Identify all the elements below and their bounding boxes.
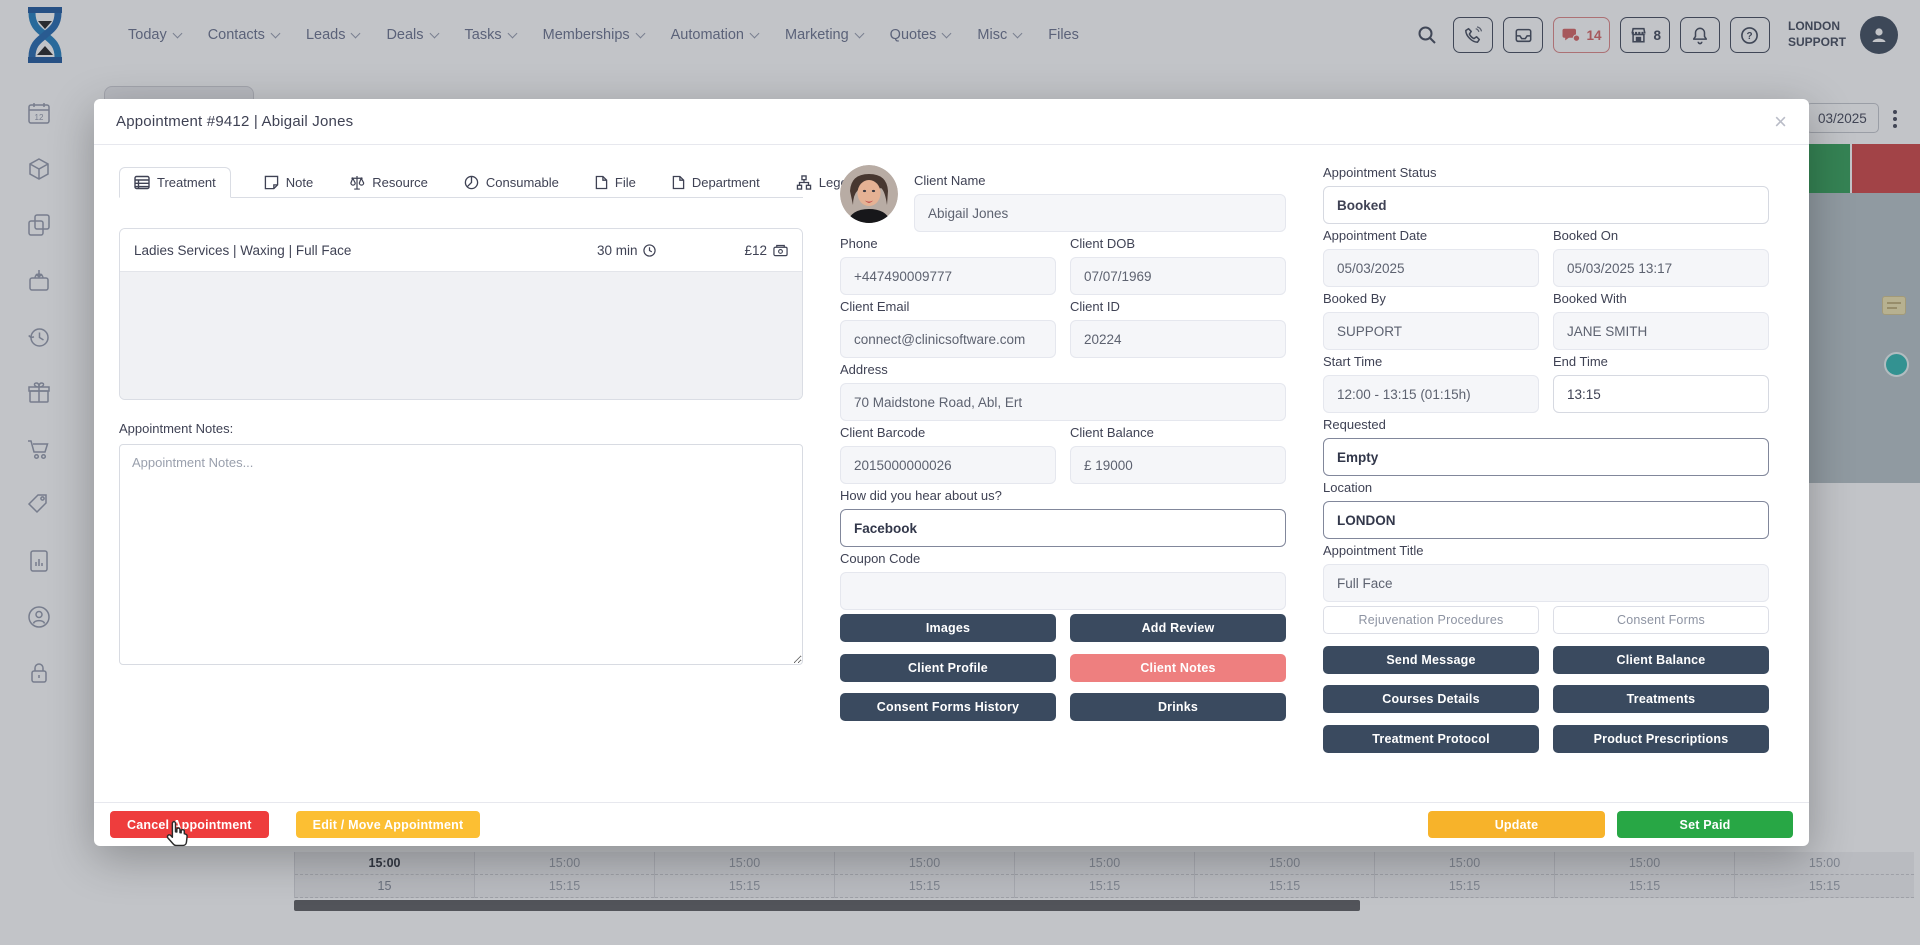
sitemap-icon <box>796 175 812 190</box>
clock-icon <box>643 244 656 257</box>
product-prescriptions-button[interactable]: Product Prescriptions <box>1553 725 1769 753</box>
tab-department[interactable]: Department <box>669 168 763 197</box>
consent-forms-button[interactable]: Consent Forms <box>1553 606 1769 634</box>
tab-file[interactable]: File <box>592 168 639 197</box>
booked-with-label: Booked With <box>1553 291 1769 306</box>
rejuvenation-procedures-button[interactable]: Rejuvenation Procedures <box>1323 606 1539 634</box>
address-field: 70 Maidstone Road, Abl, Ert <box>840 383 1286 421</box>
tab-treatment[interactable]: Treatment <box>119 167 231 198</box>
appointment-notes-label: Appointment Notes: <box>119 421 803 436</box>
booked-on-field: 05/03/2025 13:17 <box>1553 249 1769 287</box>
pie-icon <box>464 175 479 190</box>
booked-by-field: SUPPORT <box>1323 312 1539 350</box>
start-time-label: Start Time <box>1323 354 1539 369</box>
appointment-date-field: 05/03/2025 <box>1323 249 1539 287</box>
treatment-duration: 30 min <box>597 243 638 258</box>
note-icon <box>264 175 279 190</box>
modal-header: Appointment #9412 | Abigail Jones × <box>94 99 1809 145</box>
appointment-date-label: Appointment Date <box>1323 228 1539 243</box>
client-email-label: Client Email <box>840 299 1056 314</box>
drinks-button[interactable]: Drinks <box>1070 693 1286 721</box>
client-photo <box>840 165 898 223</box>
coupon-code-input[interactable] <box>840 572 1286 610</box>
location-select[interactable]: LONDON <box>1323 501 1769 539</box>
modal-footer: Cancel Appointment Edit / Move Appointme… <box>94 802 1809 846</box>
coupon-code-label: Coupon Code <box>840 551 1286 566</box>
appointment-modal: Appointment #9412 | Abigail Jones × Trea… <box>94 99 1809 846</box>
tab-note[interactable]: Note <box>261 168 316 197</box>
images-button[interactable]: Images <box>840 614 1056 642</box>
client-notes-button[interactable]: Client Notes <box>1070 654 1286 682</box>
cancel-appointment-button[interactable]: Cancel Appointment <box>110 811 269 838</box>
set-paid-button[interactable]: Set Paid <box>1617 811 1793 838</box>
appointment-title-label: Appointment Title <box>1323 543 1769 558</box>
end-time-input[interactable]: 13:15 <box>1553 375 1769 413</box>
start-time-field: 12:00 - 13:15 (01:15h) <box>1323 375 1539 413</box>
send-message-button[interactable]: Send Message <box>1323 646 1539 674</box>
treatment-protocol-button[interactable]: Treatment Protocol <box>1323 725 1539 753</box>
booked-with-field: JANE SMITH <box>1553 312 1769 350</box>
update-button[interactable]: Update <box>1428 811 1605 838</box>
treatment-name: Ladies Services | Waxing | Full Face <box>134 243 351 258</box>
treatment-list-empty-area <box>120 271 802 399</box>
tab-resource[interactable]: Resource <box>346 168 431 197</box>
department-file-icon <box>672 175 685 190</box>
requested-label: Requested <box>1323 417 1769 432</box>
edit-move-appointment-button[interactable]: Edit / Move Appointment <box>296 811 481 838</box>
client-profile-button[interactable]: Client Profile <box>840 654 1056 682</box>
address-label: Address <box>840 362 1286 377</box>
cash-icon <box>773 244 788 257</box>
hear-about-select[interactable]: Facebook <box>840 509 1286 547</box>
phone-label: Phone <box>840 236 1056 251</box>
appointment-status-label: Appointment Status <box>1323 165 1769 180</box>
treatment-list: Ladies Services | Waxing | Full Face 30 … <box>119 228 803 400</box>
client-email-field: connect@clinicsoftware.com <box>840 320 1056 358</box>
close-icon[interactable]: × <box>1774 111 1787 133</box>
modal-tabs: Treatment Note Resource Consumable File <box>119 165 803 198</box>
client-balance-field: £ 19000 <box>1070 446 1286 484</box>
modal-title: Appointment #9412 | Abigail Jones <box>116 113 353 130</box>
appointment-title-field: Full Face <box>1323 564 1769 602</box>
treatment-price: £12 <box>744 243 767 258</box>
hear-about-label: How did you hear about us? <box>840 488 1286 503</box>
client-barcode-label: Client Barcode <box>840 425 1056 440</box>
tab-consumable[interactable]: Consumable <box>461 168 562 197</box>
end-time-label: End Time <box>1553 354 1769 369</box>
client-id-label: Client ID <box>1070 299 1286 314</box>
booked-on-label: Booked On <box>1553 228 1769 243</box>
appointment-status-select[interactable]: Booked <box>1323 186 1769 224</box>
client-name-label: Client Name <box>914 173 1286 188</box>
treatments-button[interactable]: Treatments <box>1553 685 1769 713</box>
client-dob-label: Client DOB <box>1070 236 1286 251</box>
file-icon <box>595 175 608 190</box>
client-name-field: Abigail Jones <box>914 194 1286 232</box>
phone-field: +447490009777 <box>840 257 1056 295</box>
booked-by-label: Booked By <box>1323 291 1539 306</box>
requested-select[interactable]: Empty <box>1323 438 1769 476</box>
client-id-field: 20224 <box>1070 320 1286 358</box>
courses-details-button[interactable]: Courses Details <box>1323 685 1539 713</box>
location-label: Location <box>1323 480 1769 495</box>
client-balance-label: Client Balance <box>1070 425 1286 440</box>
treatment-row[interactable]: Ladies Services | Waxing | Full Face 30 … <box>120 229 802 271</box>
client-barcode-field: 2015000000026 <box>840 446 1056 484</box>
consent-forms-history-button[interactable]: Consent Forms History <box>840 693 1056 721</box>
appointment-notes-textarea[interactable] <box>119 444 803 665</box>
client-dob-field: 07/07/1969 <box>1070 257 1286 295</box>
add-review-button[interactable]: Add Review <box>1070 614 1286 642</box>
scale-icon <box>349 175 365 190</box>
client-balance-button[interactable]: Client Balance <box>1553 646 1769 674</box>
treatment-list-icon <box>134 175 150 190</box>
